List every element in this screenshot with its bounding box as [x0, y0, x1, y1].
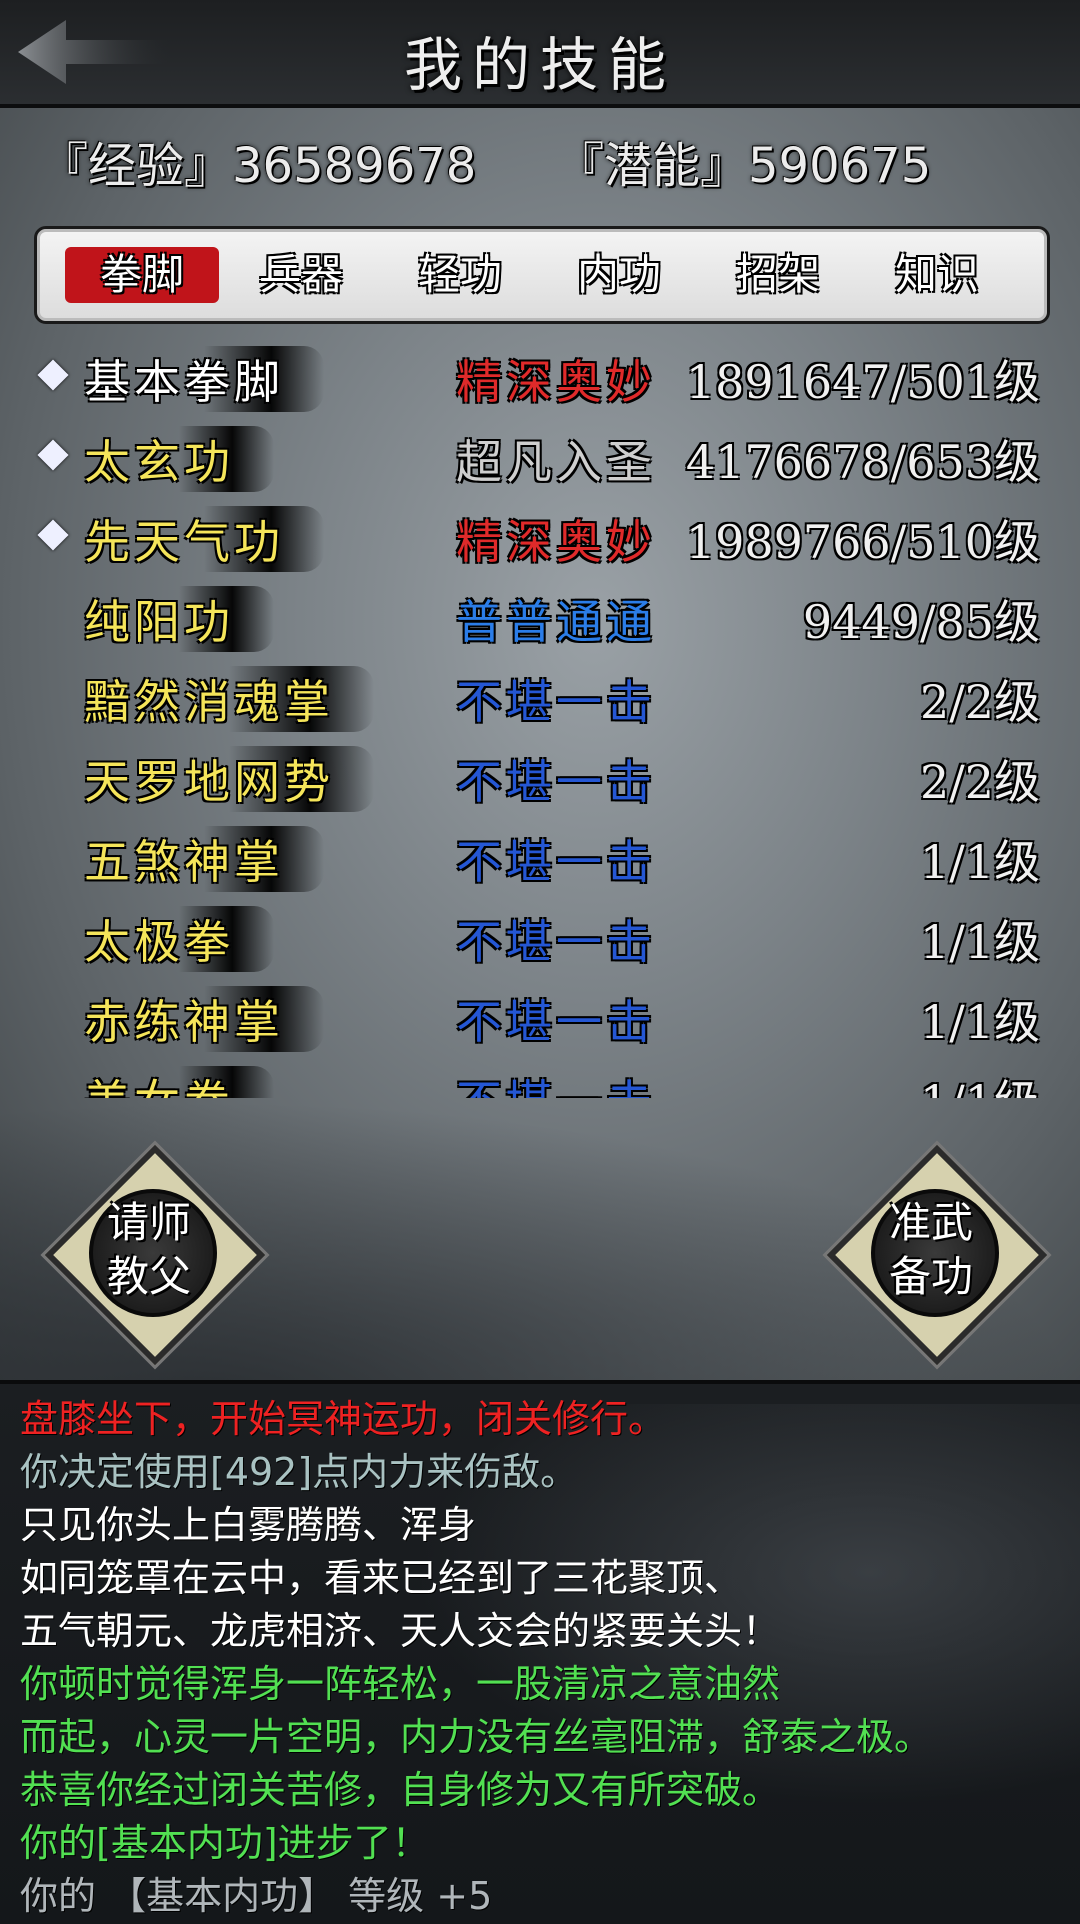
experience-value: 36589678 — [232, 138, 477, 194]
ask-master-label-2: 教父 — [106, 1252, 191, 1301]
skill-grade: 不堪一击 — [456, 995, 656, 1049]
skill-grade: 不堪一击 — [456, 1066, 656, 1098]
skill-row[interactable]: 黯然消魂掌 不堪一击 2/2级 — [30, 656, 1050, 736]
potential-value: 590675 — [748, 138, 932, 194]
tab-parry[interactable]: 招架 — [701, 247, 855, 303]
skill-name: 基本拳脚 — [84, 346, 324, 412]
ask-master-button[interactable]: 请师 教父 — [44, 1144, 266, 1366]
potential-label: 『潜能』 — [556, 138, 749, 194]
log-line: 恭喜你经过闭关苦修，自身修为又有所突破。 — [20, 1768, 781, 1812]
log-line: 而起，心灵一片空明，内力没有丝毫阻滞，舒泰之极。 — [20, 1715, 933, 1759]
skill-row[interactable]: 美女拳 不堪一击 1/1级 — [30, 1056, 1050, 1098]
skill-name: 太极拳 — [84, 906, 274, 972]
equipped-diamond-icon — [37, 439, 69, 471]
skill-list[interactable]: 基本拳脚 精深奥妙 1891647/501级 太玄功 超凡入圣 4176678/653级先… — [30, 336, 1050, 1098]
log-line: 如同笼罩在云中，看来已经到了三花聚顶、 — [20, 1556, 743, 1600]
skill-row[interactable]: 基本拳脚 精深奥妙 1891647/501级 — [30, 336, 1050, 416]
skill-name: 太玄功 — [84, 426, 274, 492]
tab-lightness[interactable]: 轻功 — [383, 247, 537, 303]
skill-grade: 精深奥妙 — [456, 355, 656, 409]
message-log[interactable]: 盘膝坐下，开始冥神运功，闭关修行。 你决定使用[492]点内力来伤敌。 只见你头上白… — [0, 1380, 1080, 1924]
skill-name: 天罗地网势 — [84, 746, 374, 812]
potential-stat: 『潜能』590675 — [556, 126, 931, 196]
prepare-skill-button[interactable]: 准武 备功 — [826, 1144, 1048, 1366]
skill-grade: 不堪一击 — [456, 835, 656, 889]
skill-name: 五煞神掌 — [84, 826, 324, 892]
log-line: 盘膝坐下，开始冥神运功，闭关修行。 — [20, 1397, 667, 1441]
skill-grade: 超凡入圣 — [456, 435, 656, 489]
experience-label: 『经验』 — [40, 138, 233, 194]
skill-row[interactable]: 天罗地网势 不堪一击 2/2级 — [30, 736, 1050, 816]
skill-row[interactable]: 太玄功 超凡入圣 4176678/653级 — [30, 416, 1050, 496]
skill-name: 美女拳 — [84, 1066, 274, 1098]
equipped-diamond-icon — [37, 359, 69, 391]
skill-level: 1891647/501级 — [685, 355, 1040, 409]
log-line: 五气朝元、龙虎相济、天人交会的紧要关头！ — [20, 1609, 781, 1653]
page-title: 我的技能 — [403, 31, 676, 99]
skill-row[interactable]: 太极拳 不堪一击 1/1级 — [30, 896, 1050, 976]
log-line: 只见你头上白雾腾腾、浑身 — [20, 1503, 477, 1547]
ask-master-label-1: 请师 — [106, 1198, 191, 1247]
skill-level: 1989766/510级 — [685, 515, 1040, 569]
log-line: 你决定使用[492]点内力来伤敌。 — [20, 1450, 579, 1494]
skill-name: 先天气功 — [84, 506, 324, 572]
skill-level: 1/1级 — [919, 835, 1040, 889]
tab-inner[interactable]: 内功 — [542, 247, 696, 303]
experience-stat: 『经验』36589678 — [40, 126, 476, 196]
log-line: 你的[基本内功]进步了！ — [20, 1821, 430, 1865]
skill-name: 赤练神掌 — [84, 986, 324, 1052]
skill-level: 1/1级 — [919, 995, 1040, 1049]
skill-row[interactable]: 赤练神掌 不堪一击 1/1级 — [30, 976, 1050, 1056]
header-bar: 我的技能 — [0, 0, 1080, 108]
skill-grade: 不堪一击 — [456, 915, 656, 969]
skill-row[interactable]: 先天气功 精深奥妙 1989766/510级 — [30, 496, 1050, 576]
skill-level: 1/1级 — [920, 1066, 1040, 1098]
prepare-skill-label-2: 备功 — [888, 1252, 973, 1301]
skill-name: 纯阳功 — [84, 586, 274, 652]
prepare-skill-label-1: 准武 — [888, 1198, 973, 1247]
log-line: 你的 【基本内功】 等级 +5 — [20, 1874, 493, 1918]
skill-grade: 精深奥妙 — [456, 515, 656, 569]
tab-knowledge[interactable]: 知识 — [860, 247, 1014, 303]
tab-weapon[interactable]: 兵器 — [224, 247, 378, 303]
skill-row[interactable]: 纯阳功 普普通通 9449/85级 — [30, 576, 1050, 656]
skill-level: 9449/85级 — [802, 595, 1040, 649]
skill-row[interactable]: 五煞神掌 不堪一击 1/1级 — [30, 816, 1050, 896]
skill-level: 2/2级 — [919, 755, 1040, 809]
skill-category-tabs: 拳脚 兵器 轻功 内功 招架 知识 — [34, 226, 1050, 324]
skill-name: 黯然消魂掌 — [84, 666, 374, 732]
skill-grade: 不堪一击 — [456, 755, 656, 809]
skill-grade: 普普通通 — [456, 595, 656, 649]
skill-grade: 不堪一击 — [456, 675, 656, 729]
skill-level: 2/2级 — [919, 675, 1040, 729]
log-line: 你顿时觉得浑身一阵轻松，一股清凉之意油然 — [20, 1662, 781, 1706]
tab-fist[interactable]: 拳脚 — [65, 247, 219, 303]
skill-level: 1/1级 — [919, 915, 1040, 969]
equipped-diamond-icon — [37, 519, 69, 551]
skill-level: 4176678/653级 — [685, 435, 1040, 489]
